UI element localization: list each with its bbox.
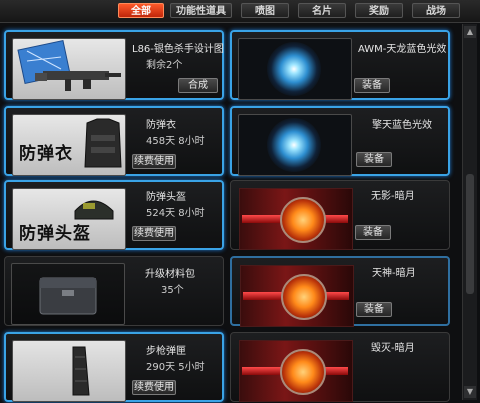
synthesize-button[interactable]: 合成 (178, 78, 218, 93)
helmet-icon: 防弹头盔 (12, 188, 126, 250)
scroll-up-icon[interactable]: ▲ (464, 26, 476, 38)
tab-all[interactable]: 全部 (118, 3, 164, 18)
scroll-down-icon[interactable]: ▼ (464, 386, 476, 398)
item-name: 防弹头盔 (146, 192, 186, 203)
vertical-scrollbar[interactable]: ▲ ▼ (462, 24, 477, 400)
inventory-item-qingtian-blue-effect[interactable]: 擎天蓝色光效 装备 (230, 106, 450, 176)
item-name: AWM-天龙蓝色光效 (358, 44, 447, 55)
inventory-item-tianshen-anyue[interactable]: 天神-暗月 装备 (230, 256, 450, 327)
magazine-icon (12, 340, 126, 402)
tab-rewards[interactable]: 奖励 (355, 3, 403, 18)
blue-light-effect-icon (238, 38, 352, 100)
item-duration: 524天 8小时 (146, 208, 205, 219)
inventory-item-wuying-anyue[interactable]: 无影-暗月 装备 (230, 180, 450, 250)
scrollbar-thumb[interactable] (466, 174, 474, 294)
red-rifle-skin-icon (239, 340, 353, 402)
upgrade-pack-icon (11, 263, 125, 325)
item-name: 无影-暗月 (371, 191, 415, 202)
category-tab-bar: 全部 功能性道具 喷图 名片 奖励 战场 (0, 0, 480, 23)
tab-functional-items[interactable]: 功能性道具 (170, 3, 232, 18)
item-name: 擎天蓝色光效 (372, 120, 432, 131)
item-name: L86-银色杀手设计图 (132, 44, 224, 55)
renew-use-button[interactable]: 续费使用 (132, 226, 176, 241)
renew-use-button[interactable]: 续费使用 (132, 380, 176, 395)
item-name: 毁灭-暗月 (371, 343, 415, 354)
inventory-item-body-armor[interactable]: 防弹衣 防弹衣 458天 8小时 续费使用 (4, 106, 224, 176)
inventory-item-huimie-anyue[interactable]: 毁灭-暗月 (230, 332, 450, 402)
tab-battlefield[interactable]: 战场 (412, 3, 460, 18)
equip-button[interactable]: 装备 (354, 78, 390, 93)
blueprint-rifle-icon (12, 38, 126, 100)
item-name: 天神-暗月 (372, 268, 416, 279)
red-rifle-skin-icon (239, 188, 353, 250)
item-quantity: 剩余2个 (146, 60, 183, 71)
item-name: 步枪弹匣 (146, 346, 186, 357)
item-name: 防弹衣 (146, 120, 176, 131)
inventory-item-rifle-magazine[interactable]: 步枪弹匣 290天 5小时 续费使用 (4, 332, 224, 402)
item-duration: 290天 5小时 (146, 362, 205, 373)
equip-button[interactable]: 装备 (355, 225, 391, 240)
inventory-item-helmet[interactable]: 防弹头盔 防弹头盔 524天 8小时 续费使用 (4, 180, 224, 250)
red-rifle-skin-icon (240, 265, 354, 327)
equip-button[interactable]: 装备 (356, 302, 392, 317)
renew-use-button[interactable]: 续费使用 (132, 154, 176, 169)
equip-button[interactable]: 装备 (356, 152, 392, 167)
body-armor-icon: 防弹衣 (12, 114, 126, 176)
inventory-item-awm-blue-effect[interactable]: AWM-天龙蓝色光效 装备 (230, 30, 450, 100)
item-quantity: 35个 (161, 285, 184, 296)
blue-light-effect-icon (238, 114, 352, 176)
tab-spray[interactable]: 喷图 (241, 3, 289, 18)
inventory-item-l86-blueprint[interactable]: L86-银色杀手设计图 剩余2个 合成 (4, 30, 224, 100)
item-duration: 458天 8小时 (146, 136, 205, 147)
tab-name-card[interactable]: 名片 (298, 3, 346, 18)
inventory-item-upgrade-pack[interactable]: 升级材料包 35个 (4, 256, 224, 326)
item-name: 升级材料包 (145, 269, 195, 280)
